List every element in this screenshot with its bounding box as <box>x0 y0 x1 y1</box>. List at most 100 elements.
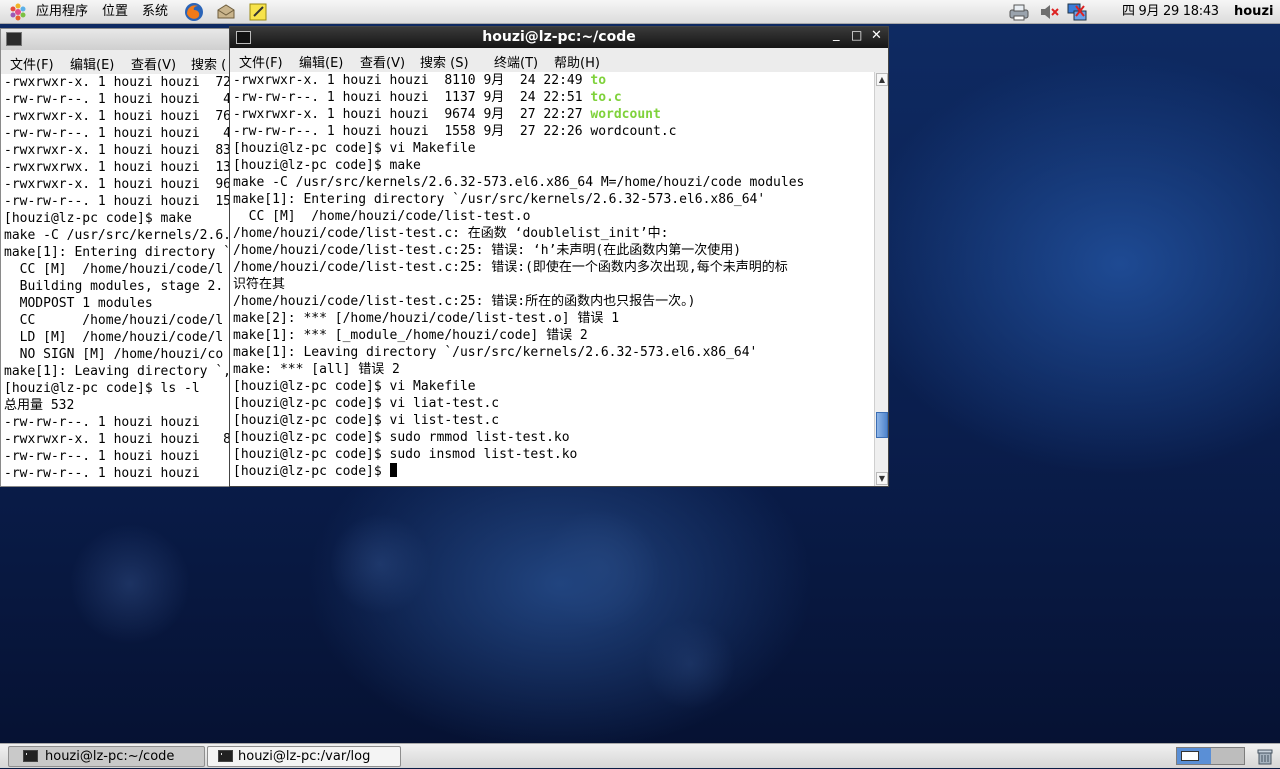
window-titlebar[interactable]: houzi@lz-pc:~/code _ □ ✕ <box>230 27 888 48</box>
terminal-line: -rw-rw-r--. 1 houzi houzi 1137 9月 24 22:… <box>230 89 874 106</box>
terminal-icon <box>6 32 22 46</box>
user-name[interactable]: houzi <box>1234 3 1273 21</box>
line-text: 识符在其 <box>233 277 286 292</box>
line-text: [houzi@lz-pc code]$ make <box>233 158 421 173</box>
menu-places[interactable]: 位置 <box>102 3 128 21</box>
terminal-line: make[1]: Leaving directory `, <box>4 364 231 379</box>
terminal-line: MODPOST 1 modules <box>4 296 153 311</box>
task-label: houzi@lz-pc:~/code <box>45 749 175 764</box>
top-panel: 应用程序 位置 系统 四 9月 29 18:43 houzi <box>0 0 1280 24</box>
menu-search[interactable]: 搜索 ( <box>191 54 226 73</box>
terminal-line: make[2]: *** [/home/houzi/code/list-test… <box>230 310 874 327</box>
mail-icon[interactable] <box>216 2 236 22</box>
line-text: -rw-rw-r--. 1 houzi houzi 1558 9月 27 22:… <box>233 124 677 139</box>
line-text: make -C /usr/src/kernels/2.6.32-573.el6.… <box>233 175 805 190</box>
menu-help[interactable]: 帮助(H) <box>554 52 600 71</box>
terminal-line: -rwxrwxr-x. 1 houzi houzi 8110 9月 24 22:… <box>230 72 874 89</box>
menu-search[interactable]: 搜索 (S) <box>420 52 469 71</box>
line-text: make: *** [all] 错误 2 <box>233 362 400 377</box>
line-text: -rwxrwxr-x. 1 houzi houzi 8110 9月 24 22:… <box>233 73 591 88</box>
terminal-line: make -C /usr/src/kernels/2.6. <box>4 228 231 243</box>
line-text: -rwxrwxr-x. 1 houzi houzi 9674 9月 27 22:… <box>233 107 591 122</box>
line-text: [houzi@lz-pc code]$ vi Makefile <box>233 379 476 394</box>
menu-file[interactable]: 文件(F) <box>239 52 283 71</box>
terminal-line: make[1]: *** [_module_/home/houzi/code] … <box>230 327 874 344</box>
terminal-line: /home/houzi/code/list-test.c:25: 错误:(即使在… <box>230 259 874 276</box>
menu-system[interactable]: 系统 <box>142 3 168 21</box>
terminal-line: Building modules, stage 2. <box>4 279 224 294</box>
line-text: [houzi@lz-pc code]$ vi Makefile <box>233 141 476 156</box>
menu-view[interactable]: 查看(V) <box>360 52 405 71</box>
line-text: /home/houzi/code/list-test.c:25: 错误:所在的函… <box>233 294 696 309</box>
trash-icon[interactable] <box>1256 747 1274 765</box>
terminal-line: NO SIGN [M] /home/houzi/co <box>4 347 224 362</box>
line-text: make[1]: Entering directory `/usr/src/ke… <box>233 192 766 207</box>
menu-edit[interactable]: 编辑(E) <box>299 52 343 71</box>
gnome-foot-icon[interactable] <box>8 2 28 22</box>
workspace-switcher-icon[interactable] <box>1176 747 1245 765</box>
scroll-thumb[interactable] <box>876 411 888 438</box>
terminal-line: make: *** [all] 错误 2 <box>230 361 874 378</box>
line-text: [houzi@lz-pc code]$ <box>233 464 390 479</box>
terminal-line: -rwxrwxr-x. 1 houzi houzi 76 <box>4 109 231 124</box>
terminal-line: [houzi@lz-pc code]$ make <box>230 157 874 174</box>
volume-muted-icon[interactable] <box>1038 2 1059 22</box>
terminal-line: -rw-rw-r--. 1 houzi houzi <box>4 415 224 430</box>
close-button[interactable]: ✕ <box>871 28 882 43</box>
menu-edit[interactable]: 编辑(E) <box>70 54 114 73</box>
minimize-button[interactable]: _ <box>833 27 840 42</box>
window-titlebar[interactable] <box>1 29 239 50</box>
menubar: 文件(F) 编辑(E) 查看(V) 搜索 ( <box>1 50 239 74</box>
line-text: [houzi@lz-pc code]$ sudo rmmod list-test… <box>233 430 570 445</box>
terminal-line: LD [M] /home/houzi/code/l <box>4 330 224 345</box>
terminal-line: /home/houzi/code/list-test.c:25: 错误:所在的函… <box>230 293 874 310</box>
terminal-line: /home/houzi/code/list-test.c: 在函数 ‘doubl… <box>230 225 874 242</box>
menu-applications[interactable]: 应用程序 <box>36 3 88 21</box>
bottom-panel: houzi@lz-pc:~/code houzi@lz-pc:/var/log <box>0 743 1280 768</box>
line-text: make[1]: *** [_module_/home/houzi/code] … <box>233 328 588 343</box>
maximize-button[interactable]: □ <box>851 28 862 42</box>
notes-icon[interactable] <box>248 2 268 22</box>
terminal-output[interactable]: -rwxrwxr-x. 1 houzi houzi 8110 9月 24 22:… <box>230 72 874 486</box>
terminal-window-code: houzi@lz-pc:~/code _ □ ✕ 文件(F) 编辑(E) 查看(… <box>229 26 889 487</box>
menu-view[interactable]: 查看(V) <box>131 54 176 73</box>
firefox-icon[interactable] <box>184 2 204 22</box>
terminal-line: 识符在其 <box>230 276 874 293</box>
terminal-line: [houzi@lz-pc code]$ vi list-test.c <box>230 412 874 429</box>
line-text: [houzi@lz-pc code]$ vi list-test.c <box>233 413 500 428</box>
terminal-line: [houzi@lz-pc code]$ <box>230 463 874 480</box>
line-text: /home/houzi/code/list-test.c:25: 错误: ‘h’… <box>233 243 742 258</box>
terminal-line: -rw-rw-r--. 1 houzi houzi 1558 9月 27 22:… <box>230 123 874 140</box>
clock[interactable]: 四 9月 29 18:43 <box>1122 3 1219 21</box>
menu-file[interactable]: 文件(F) <box>10 54 54 73</box>
network-printer-icon[interactable] <box>1008 2 1029 22</box>
terminal-line: -rwxrwxr-x. 1 houzi houzi 8 <box>4 432 231 447</box>
terminal-line: CC [M] /home/houzi/code/list-test.o <box>230 208 874 225</box>
text-cursor <box>389 463 397 477</box>
window-title: houzi@lz-pc:~/code <box>482 29 636 45</box>
terminal-icon <box>218 750 233 762</box>
menu-terminal[interactable]: 终端(T) <box>494 52 538 71</box>
terminal-line: make[1]: Leaving directory `/usr/src/ker… <box>230 344 874 361</box>
menubar: 文件(F) 编辑(E) 查看(V) 搜索 (S) 终端(T) 帮助(H) <box>230 48 888 72</box>
line-text: -rw-rw-r--. 1 houzi houzi 1137 9月 24 22:… <box>233 90 591 105</box>
taskbar-item-code[interactable]: houzi@lz-pc:~/code <box>8 746 205 767</box>
terminal-line: [houzi@lz-pc code]$ ls -l <box>4 381 200 396</box>
line-text: /home/houzi/code/list-test.c: 在函数 ‘doubl… <box>233 226 669 241</box>
terminal-line: -rw-rw-r--. 1 houzi houzi 15 <box>4 194 231 209</box>
executable-name: to.c <box>590 90 622 105</box>
terminal-line: make -C /usr/src/kernels/2.6.32-573.el6.… <box>230 174 874 191</box>
scroll-up-button[interactable]: ▲ <box>876 73 888 86</box>
taskbar-item-var-log[interactable]: houzi@lz-pc:/var/log <box>207 746 401 767</box>
terminal-line: [houzi@lz-pc code]$ sudo rmmod list-test… <box>230 429 874 446</box>
terminal-line: CC [M] /home/houzi/code/l <box>4 262 224 277</box>
terminal-output[interactable]: -rwxrwxr-x. 1 houzi houzi 72 -rw-rw-r--. … <box>1 74 239 486</box>
terminal-icon <box>23 750 38 762</box>
executable-name: to <box>590 73 607 88</box>
terminal-line: -rwxrwxr-x. 1 houzi houzi 9674 9月 27 22:… <box>230 106 874 123</box>
line-text: make[1]: Leaving directory `/usr/src/ker… <box>233 345 758 360</box>
scroll-down-button[interactable]: ▼ <box>876 472 888 485</box>
network-icon[interactable] <box>1066 2 1087 22</box>
terminal-line: -rwxrwxr-x. 1 houzi houzi 96 <box>4 177 231 192</box>
scrollbar[interactable]: ▲ ▼ <box>874 72 888 486</box>
